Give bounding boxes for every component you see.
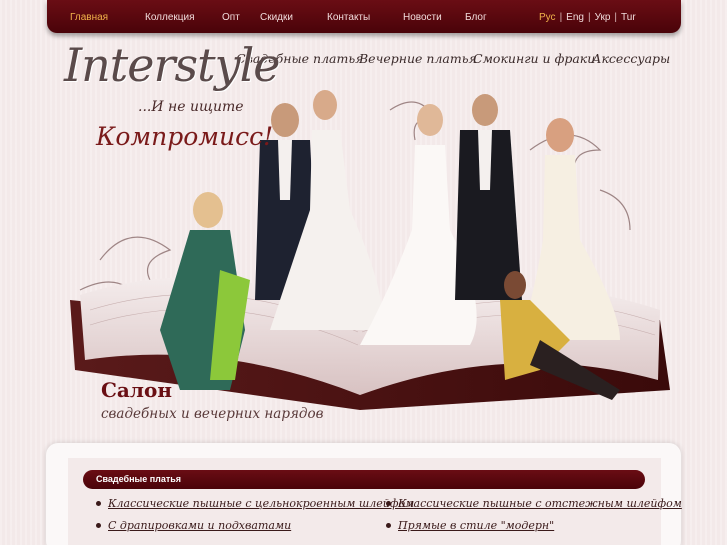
category-accessories[interactable]: Аксессуары bbox=[592, 51, 670, 66]
section-header: Свадебные платья bbox=[83, 470, 645, 489]
link-classic-detachable-train[interactable]: Классические пышные с отстежным шлейфом bbox=[398, 497, 682, 510]
nav-news[interactable]: Новости bbox=[403, 12, 442, 23]
brand-slogan: Компромисс! bbox=[96, 122, 274, 151]
nav-collection[interactable]: Коллекция bbox=[145, 12, 195, 23]
link-draped[interactable]: С драпировками и подхватами bbox=[108, 519, 291, 532]
nav-contacts[interactable]: Контакты bbox=[327, 12, 370, 23]
bullet-icon bbox=[386, 523, 391, 528]
category-evening-dresses[interactable]: Вечерние платья bbox=[359, 51, 477, 66]
nav-wholesale[interactable]: Опт bbox=[222, 12, 240, 23]
brand-tagline: ...И не ищите bbox=[138, 99, 244, 115]
section-title: Свадебные платья bbox=[96, 474, 182, 484]
top-navigation: Главная Коллекция Опт Скидки Контакты Но… bbox=[47, 0, 681, 33]
nav-home[interactable]: Главная bbox=[70, 12, 108, 23]
bullet-icon bbox=[96, 523, 101, 528]
nav-discounts[interactable]: Скидки bbox=[260, 12, 293, 23]
brand-logo[interactable]: Interstyle bbox=[64, 38, 281, 92]
link-classic-integrated-train[interactable]: Классические пышные с цельнокроенным шле… bbox=[108, 497, 414, 510]
language-switcher: Рус | Eng | Укр | Tur bbox=[539, 12, 636, 23]
link-modern-straight[interactable]: Прямые в стиле "модерн" bbox=[398, 519, 554, 532]
hero-subtitle: свадебных и вечерних нарядов bbox=[101, 406, 324, 422]
lang-uk[interactable]: Укр bbox=[595, 12, 611, 23]
bullet-icon bbox=[386, 501, 391, 506]
lang-en[interactable]: Eng bbox=[566, 12, 584, 23]
category-tuxedos[interactable]: Смокинги и фраки bbox=[473, 51, 595, 66]
bullet-icon bbox=[96, 501, 101, 506]
lang-tr[interactable]: Tur bbox=[621, 12, 636, 23]
lang-ru[interactable]: Рус bbox=[539, 12, 556, 23]
nav-blog[interactable]: Блог bbox=[465, 12, 487, 23]
hero-title: Салон bbox=[101, 378, 172, 402]
